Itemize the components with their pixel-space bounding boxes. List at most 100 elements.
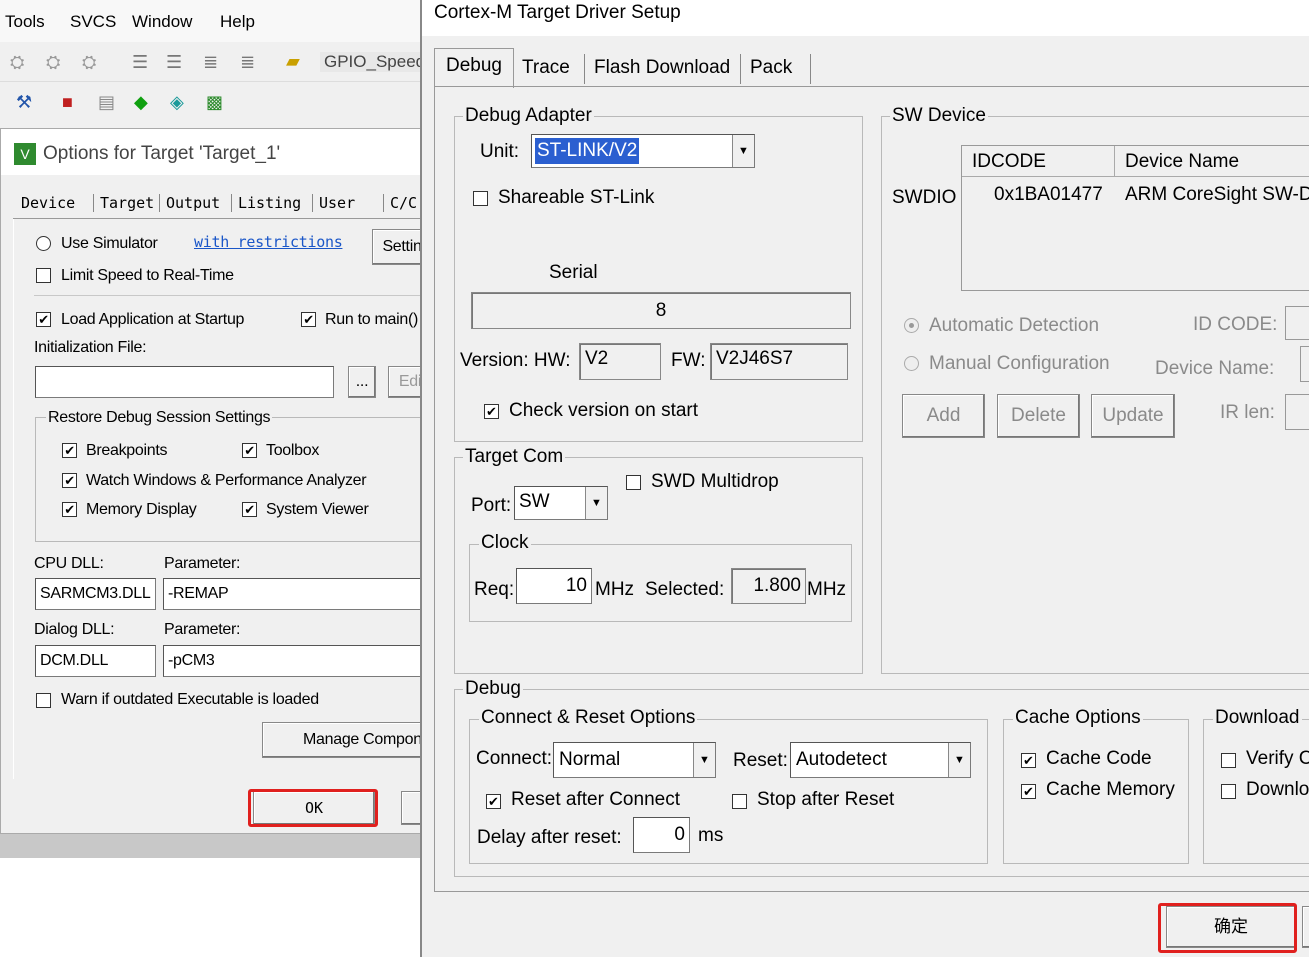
tab-target[interactable]: Target [93,194,154,212]
cpu-dll-input[interactable]: SARMCM3.DLL [35,578,156,610]
serial-value: 8 [655,300,667,321]
menu-svcs[interactable]: SVCS [70,12,116,32]
tab-cc[interactable]: C/C [383,194,417,212]
menu-tools[interactable]: Tools [5,12,45,32]
warn-outdated-label: Warn if outdated Executable is loaded [61,691,319,708]
breakpoints-checkbox[interactable]: ✔ [62,443,77,458]
cpu-dll-label: CPU DLL: [34,555,104,572]
tab-trace[interactable]: Trace [522,57,570,79]
cpu-param-label: Parameter: [164,555,241,572]
pack-icon[interactable]: ▩ [206,91,223,113]
delay-input[interactable]: 0 [633,817,690,853]
build-icon[interactable]: ⛭ [10,51,24,73]
dialog-dll-label: Dialog DLL: [34,621,115,638]
run-to-main-checkbox[interactable]: ✔ [301,312,316,327]
add-button-label: Add [926,405,961,426]
unit-dropdown-arrow[interactable]: ▼ [732,135,754,167]
manage-components-button[interactable]: Manage Compon [262,722,432,758]
tab-user[interactable]: User [312,194,355,212]
reset-after-connect-checkbox[interactable]: ✔ [486,794,501,809]
auto-detect-radio[interactable] [904,318,919,333]
use-simulator-radio[interactable] [36,236,51,251]
dialog-param-input[interactable]: -pCM3 [163,645,428,677]
tab-pack[interactable]: Pack [750,57,792,79]
batch-build-icon[interactable]: ⛭ [82,51,96,73]
port-dropdown-arrow[interactable]: ▼ [585,487,607,519]
browse-button[interactable]: ... [348,366,376,398]
tab-device[interactable]: Device [21,194,75,212]
uncomment-icon[interactable]: ≣ [240,51,255,73]
browse-button-label: ... [355,373,369,390]
ir-len-field[interactable] [1285,394,1309,430]
limit-speed-checkbox[interactable] [36,268,51,283]
device-table[interactable]: IDCODE Device Name 0x1BA01477 ARM CoreSi… [961,145,1309,291]
connect-value: Normal [559,749,621,770]
download-to-flash-checkbox[interactable] [1221,784,1236,799]
reset-select[interactable]: Autodetect ▼ [790,742,971,778]
menu-window[interactable]: Window [132,12,192,32]
debug-settings-icon[interactable]: ⚒ [16,91,32,113]
cache-memory-checkbox[interactable]: ✔ [1021,784,1036,799]
col-idcode-header[interactable]: IDCODE [962,146,1115,177]
tab-output[interactable]: Output [159,194,220,212]
connect-dropdown-arrow[interactable]: ▼ [693,743,715,777]
swd-multidrop-checkbox[interactable] [626,475,641,490]
update-button-label: Update [1102,405,1164,426]
rebuild-icon[interactable]: ⛭ [46,51,60,73]
ok-highlight [248,789,378,827]
options-dialog: V Options for Target 'Target_1' Device T… [0,128,435,834]
with-restrictions-link[interactable]: with restrictions [194,233,343,251]
toolbox-checkbox[interactable]: ✔ [242,443,257,458]
indent-icon[interactable]: ☰ [132,51,148,73]
device-name-field[interactable] [1300,346,1309,382]
dialog-dll-input[interactable]: DCM.DLL [35,645,156,677]
reset-dropdown-arrow[interactable]: ▼ [948,743,970,777]
verify-code-checkbox[interactable] [1221,753,1236,768]
connect-select[interactable]: Normal ▼ [553,742,716,778]
update-button[interactable]: Update [1091,394,1175,438]
shareable-checkbox[interactable] [473,191,488,206]
add-button[interactable]: Add [902,394,985,438]
selected-field: 1.800 [731,568,806,604]
manual-config-radio[interactable] [904,356,919,371]
cpu-param-input[interactable]: -REMAP [163,578,428,610]
init-file-input[interactable] [35,366,334,398]
delay-label: Delay after reset: [477,827,622,848]
toolbar-combo[interactable]: GPIO_Speed [320,52,430,72]
system-viewer-checkbox[interactable]: ✔ [242,502,257,517]
check-version-checkbox[interactable]: ✔ [484,404,499,419]
req-input[interactable]: 10 [516,568,592,604]
col-idcode-label: IDCODE [972,151,1046,172]
driver-cancel-button-partial[interactable] [1302,906,1309,948]
open-folder-icon[interactable]: ▰ [286,50,300,72]
tab-flash-download[interactable]: Flash Download [594,57,730,79]
stop-after-reset-checkbox[interactable] [732,794,747,809]
cache-memory-label: Cache Memory [1046,779,1175,800]
run-time-env-icon[interactable]: ◈ [170,91,184,113]
warn-outdated-checkbox[interactable] [36,693,51,708]
unindent-icon[interactable]: ☰ [166,51,182,73]
col-device-header[interactable]: Device Name [1115,146,1309,177]
debug-group: Debug Connect & Reset Options Connect: N… [454,678,1309,877]
pack-installer-icon[interactable]: ◆ [134,91,148,113]
connect-label: Connect: [476,748,553,769]
comment-icon[interactable]: ≣ [203,51,218,73]
memory-display-checkbox[interactable]: ✔ [62,502,77,517]
port-select[interactable]: SW ▼ [514,486,608,520]
id-code-field[interactable] [1285,306,1309,340]
driver-dialog: Cortex-M Target Driver Setup Debug Trace… [420,0,1309,957]
unit-select[interactable]: ST-LINK/V2 ▼ [531,134,755,168]
manage-project-icon[interactable]: ▤ [98,91,115,113]
tab-listing[interactable]: Listing [231,194,301,212]
load-app-checkbox[interactable]: ✔ [36,312,51,327]
settings-button-label: Settin [382,238,422,255]
delete-button[interactable]: Delete [997,394,1080,438]
memory-display-label: Memory Display [86,501,197,518]
options-target-icon[interactable]: ■ [62,91,73,113]
tab-debug[interactable]: Debug [434,48,514,88]
watch-windows-checkbox[interactable]: ✔ [62,473,77,488]
tab-divider-3 [810,54,811,84]
menu-help[interactable]: Help [220,12,255,32]
cache-code-checkbox[interactable]: ✔ [1021,753,1036,768]
swd-multidrop-label: SWD Multidrop [651,471,779,492]
